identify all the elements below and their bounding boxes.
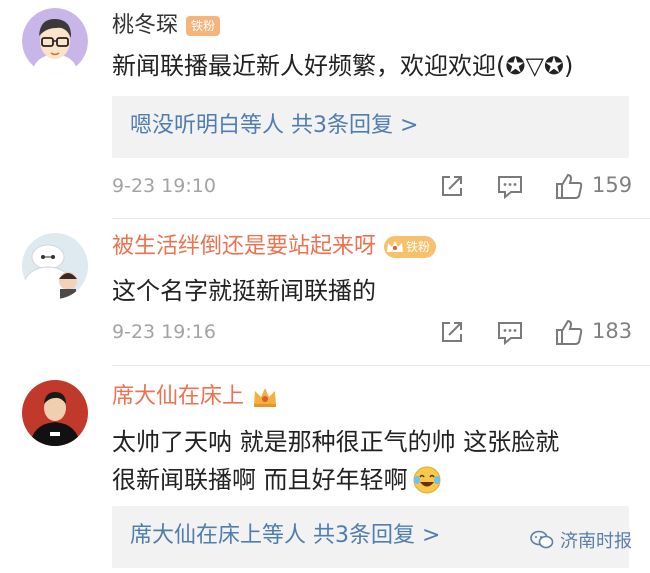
- avatar[interactable]: [22, 233, 88, 299]
- comment-time: 9-23 19:10: [112, 175, 216, 197]
- comment-line: 太帅了天呐 就是那种很正气的帅 这张脸就: [112, 428, 560, 456]
- watermark: 济南时报: [530, 527, 632, 553]
- avatar[interactable]: [22, 8, 88, 74]
- username[interactable]: 桃冬琛 铁粉: [112, 12, 221, 40]
- share-icon[interactable]: [437, 171, 467, 201]
- comment-icon[interactable]: [495, 317, 525, 347]
- replies-box[interactable]: 嗯没听明白等人 共3条回复 >: [112, 96, 629, 158]
- username[interactable]: 被生活绊倒还是要站起来呀 铁粉: [112, 233, 437, 261]
- comment-text: 新闻联播最近新人好频繁，欢迎欢迎(✪▽✪): [112, 47, 573, 85]
- comment-line-row: 很新闻联播啊 而且好年轻啊: [112, 461, 559, 499]
- avatar[interactable]: [22, 380, 88, 446]
- username-text[interactable]: 席大仙在床上: [112, 383, 244, 411]
- like-icon[interactable]: [554, 171, 584, 201]
- watermark-text: 济南时报: [560, 531, 632, 552]
- like-icon[interactable]: [554, 317, 584, 347]
- like-count: 159: [592, 173, 633, 197]
- comment-text: 太帅了天呐 就是那种很正气的帅 这张脸就 很新闻联播啊 而且好年轻啊: [112, 423, 559, 499]
- comment-text: 这个名字就挺新闻联播的: [112, 272, 376, 310]
- crown-icon: [387, 241, 404, 252]
- comment-icon[interactable]: [495, 171, 525, 201]
- share-icon[interactable]: [437, 317, 467, 347]
- comment-meta: 9-23 19:10 159: [112, 171, 633, 205]
- comment-line: 很新闻联播啊 而且好年轻啊: [112, 466, 408, 494]
- comment-line: 新闻联播最近新人好频繁，欢迎欢迎(✪▽✪): [112, 52, 574, 80]
- comment-line: 这个名字就挺新闻联播的: [112, 277, 376, 305]
- comment-time: 9-23 19:16: [112, 321, 216, 343]
- username[interactable]: 席大仙在床上: [112, 383, 278, 411]
- comment-meta: 9-23 19:16 183: [112, 317, 633, 351]
- replies-link[interactable]: 席大仙在床上等人 共3条回复 >: [130, 521, 440, 551]
- username-text[interactable]: 桃冬琛: [112, 12, 178, 40]
- username-text[interactable]: 被生活绊倒还是要站起来呀: [112, 233, 376, 261]
- comment-item: 桃冬琛 铁粉 新闻联播最近新人好频繁，欢迎欢迎(✪▽✪) 嗯没听明白等人 共3条…: [0, 0, 650, 219]
- crown-icon: [252, 385, 278, 409]
- fan-badge-label: 铁粉: [406, 240, 431, 254]
- comment-item: 被生活绊倒还是要站起来呀 铁粉 这个名字就挺新闻联播的 9-23 19:16 1…: [0, 219, 650, 366]
- fan-badge: 铁粉: [186, 16, 221, 36]
- like-count: 183: [592, 319, 633, 343]
- laugh-cry-emoji: [413, 466, 441, 494]
- fan-badge: 铁粉: [384, 236, 437, 258]
- replies-link[interactable]: 嗯没听明白等人 共3条回复 >: [130, 111, 418, 141]
- wechat-logo-icon: [530, 530, 554, 549]
